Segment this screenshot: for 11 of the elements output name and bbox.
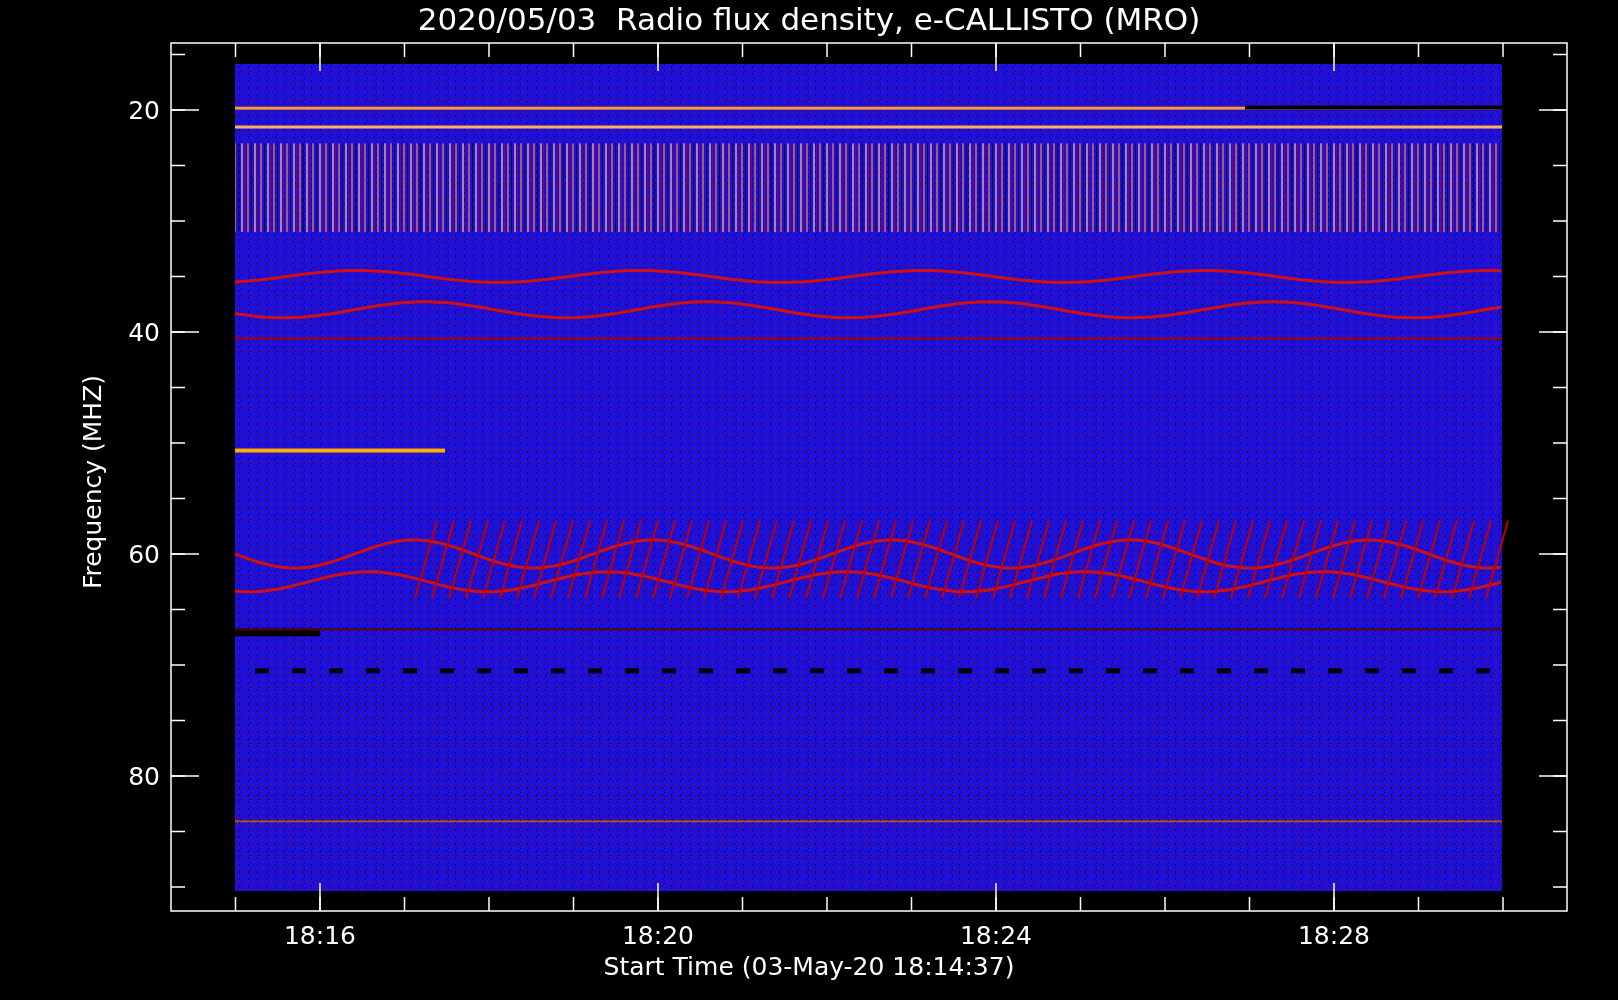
y-tick-label: 40	[128, 318, 160, 347]
chart-title: 2020/05/03 Radio flux density, e-CALLISTO (MRO)	[417, 1, 1201, 37]
x-tick-label: 18:16	[284, 921, 356, 950]
y-tick-label: 60	[128, 540, 160, 569]
x-tick-label: 18:24	[960, 921, 1032, 950]
x-tick-label: 18:28	[1298, 921, 1370, 950]
x-tick-label: 18:20	[622, 921, 694, 950]
y-axis-title: Frequency (MHZ)	[78, 374, 107, 590]
x-axis-title: Start Time (03-May-20 18:14:37)	[603, 952, 1015, 981]
y-tick-label: 80	[128, 762, 160, 791]
y-tick-label: 20	[128, 96, 160, 125]
